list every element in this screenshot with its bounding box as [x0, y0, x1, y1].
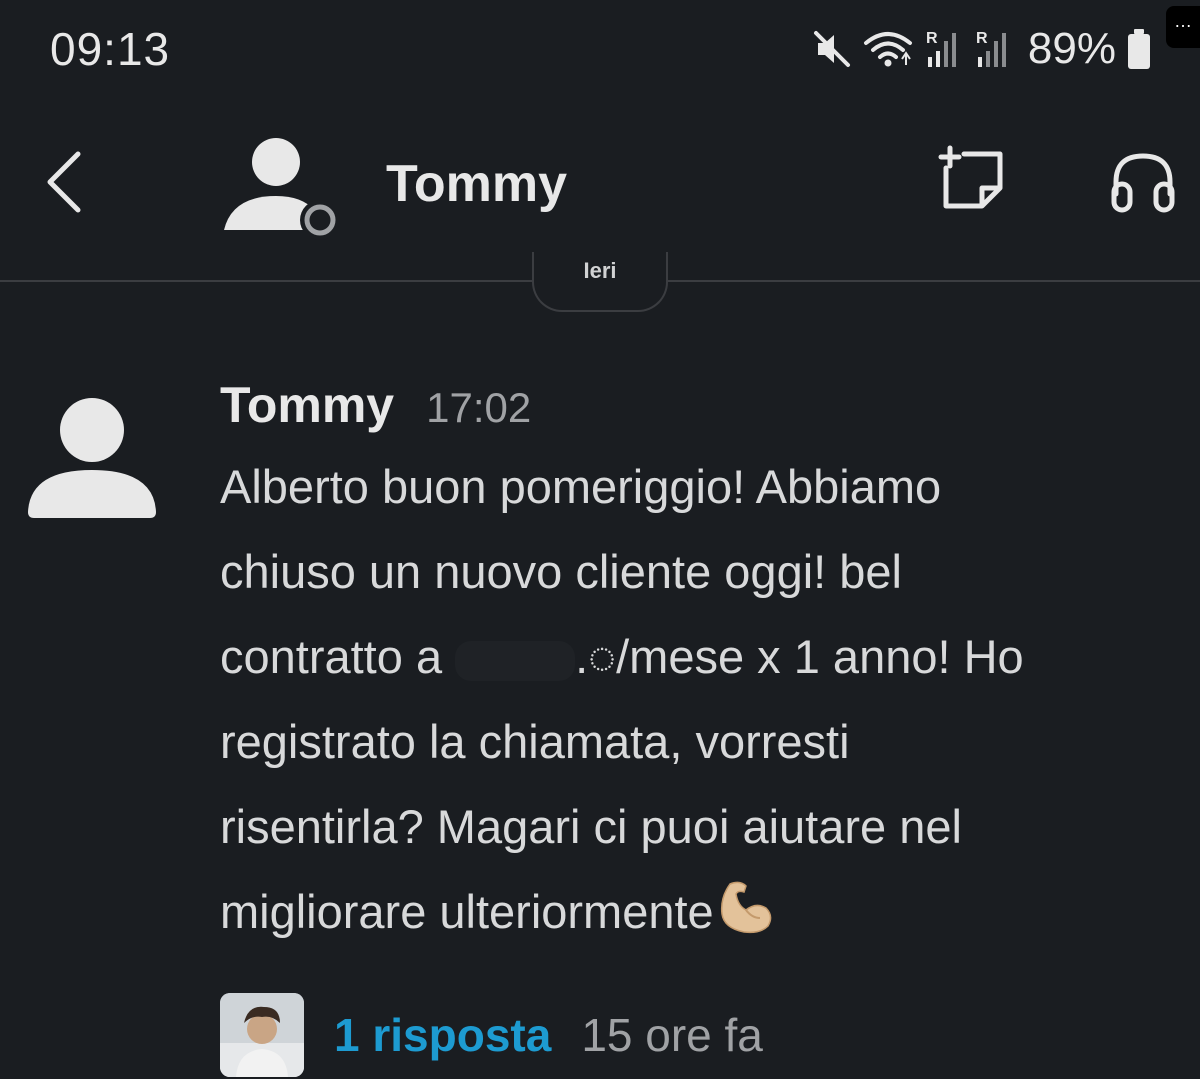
- flexed-biceps-icon: [720, 881, 771, 934]
- reply-avatar: [220, 993, 304, 1077]
- message-text: registrato la chiamata, vorresti: [220, 715, 850, 768]
- message-avatar[interactable]: [26, 398, 158, 520]
- signal-r-icon: R: [926, 30, 956, 67]
- new-canvas-button[interactable]: [936, 144, 1010, 218]
- reply-count-link[interactable]: 1 risposta: [334, 1008, 551, 1062]
- header-avatar[interactable]: [222, 138, 342, 242]
- message-line: risentirla? Magari ci puoi aiutare nel: [220, 784, 1150, 869]
- message-text: Alberto buon pomeriggio! Abbiamo: [220, 460, 942, 513]
- status-bar: 09:13 R R 89% …: [0, 0, 1200, 100]
- battery-percent: 89%: [1027, 24, 1116, 73]
- chevron-left-icon: [47, 151, 81, 213]
- huddle-button[interactable]: [1106, 144, 1180, 218]
- new-canvas-icon: [938, 145, 1003, 209]
- signal-r-icon: R: [976, 30, 1006, 67]
- message-line: chiuso un nuovo cliente oggi! bel: [220, 529, 1150, 614]
- message-text: risentirla? Magari ci puoi aiutare nel: [220, 800, 962, 853]
- mute-icon: [813, 31, 850, 67]
- message-text: contratto a: [220, 630, 456, 683]
- back-button[interactable]: [38, 146, 98, 216]
- headphones-icon: [1111, 153, 1175, 213]
- wifi-icon: [863, 32, 912, 67]
- battery-icon: [1128, 29, 1150, 69]
- conversation-title[interactable]: Tommy: [386, 154, 567, 214]
- message-text: .◌/mese x 1 anno! Ho: [575, 630, 1024, 683]
- message-text: chiuso un nuovo cliente oggi! bel: [220, 545, 902, 598]
- message-line: migliorare ulteriormente: [220, 869, 1150, 954]
- corner-menu-icon[interactable]: …: [1166, 6, 1200, 48]
- status-icons: R R 89%: [812, 22, 1152, 76]
- user-photo-icon: [220, 993, 304, 1077]
- message-line: registrato la chiamata, vorresti: [220, 699, 1150, 784]
- user-avatar-icon: [28, 398, 156, 518]
- message-line: contratto a .◌/mese x 1 anno! Ho: [220, 614, 1150, 699]
- svg-text:R: R: [976, 30, 988, 47]
- last-reply-time: 15 ore fa: [581, 1009, 763, 1061]
- redacted-amount: [455, 640, 576, 681]
- date-divider-label: Ieri: [583, 258, 617, 283]
- message-timestamp[interactable]: 17:02: [426, 384, 531, 432]
- thread-replies[interactable]: 1 risposta 15 ore fa: [220, 992, 763, 1078]
- message-author[interactable]: Tommy: [220, 376, 394, 434]
- date-divider[interactable]: Ieri: [532, 252, 668, 312]
- message-header: Tommy 17:02: [220, 376, 531, 434]
- status-time: 09:13: [50, 23, 171, 75]
- user-avatar-icon: [224, 138, 340, 240]
- message-text: migliorare ulteriormente: [220, 885, 714, 938]
- message-body: Alberto buon pomeriggio! Abbiamo chiuso …: [220, 444, 1150, 954]
- svg-text:R: R: [926, 30, 938, 47]
- message-line: Alberto buon pomeriggio! Abbiamo: [220, 444, 1150, 529]
